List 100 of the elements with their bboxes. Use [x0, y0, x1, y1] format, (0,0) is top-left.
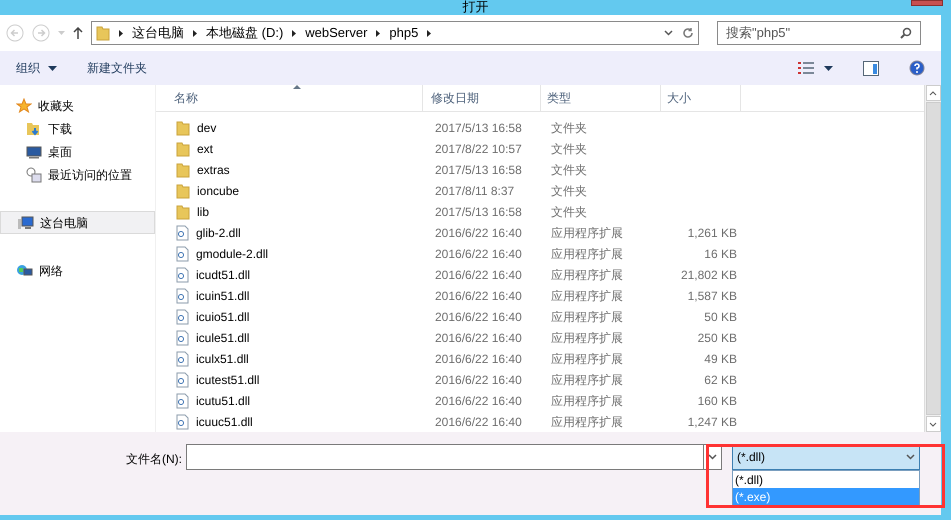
- scrollbar[interactable]: [924, 85, 941, 432]
- file-icon: [176, 350, 189, 366]
- search-icon: [900, 27, 912, 39]
- size-cell-text: 50 KB: [704, 308, 737, 326]
- sidebar-item[interactable]: 下载: [0, 117, 155, 140]
- date-cell-text: 2017/5/13 16:58: [434, 120, 523, 136]
- star-icon: [16, 98, 32, 114]
- type-cell-text: 应用程序扩展: [550, 350, 624, 368]
- dropdown-option[interactable]: (*.dll): [733, 471, 919, 488]
- file-row[interactable]: lib 2017/5/13 16:58 文件夹: [156, 201, 924, 222]
- file-row[interactable]: icuio51.dll 2016/6/22 16:40 应用程序扩展 50 KB: [156, 306, 924, 327]
- sidebar-item[interactable]: 最近访问的位置: [0, 163, 155, 186]
- type-cell-text: 应用程序扩展: [550, 288, 624, 304]
- sidebar-item[interactable]: 这台电脑: [0, 211, 155, 234]
- breadcrumb-item[interactable]: php5: [389, 23, 418, 43]
- file-row[interactable]: dev 2017/5/13 16:58 文件夹: [156, 117, 924, 138]
- view-list-icon[interactable]: [798, 62, 814, 74]
- chevron-right-icon: [292, 30, 296, 36]
- column-header[interactable]: 名称: [156, 85, 423, 111]
- address-bar[interactable]: 这台电脑 本地磁盘 (D:) webServer php5: [91, 21, 699, 45]
- file-row[interactable]: ext 2017/8/22 10:57 文件夹: [156, 138, 924, 159]
- file-name: ioncube: [197, 182, 240, 200]
- new-folder-button[interactable]: 新建文件夹: [87, 59, 147, 77]
- date-cell-text: 2016/6/22 16:40: [434, 414, 523, 430]
- up-arrow-icon[interactable]: [73, 27, 83, 39]
- chevron-down-icon: [929, 422, 937, 426]
- date-cell-text: 2016/6/22 16:40: [434, 392, 523, 410]
- file-row[interactable]: extras 2017/5/13 16:58 文件夹: [156, 159, 924, 180]
- recent-places-icon: [26, 166, 42, 182]
- file-row[interactable]: icuin51.dll 2016/6/22 16:40 应用程序扩展 1,587 KB: [156, 285, 924, 306]
- file-icon: [176, 414, 189, 430]
- chevron-down-icon: [906, 454, 915, 460]
- date-cell-text: 2016/6/22 16:40: [434, 330, 523, 346]
- network-icon: [16, 262, 33, 278]
- date-cell-text: 2017/5/13 16:58: [434, 204, 523, 220]
- file-icon: [176, 308, 189, 324]
- breadcrumb-item[interactable]: 本地磁盘 (D:): [206, 23, 284, 43]
- column-header[interactable]: 修改日期: [423, 85, 541, 111]
- file-icon: [176, 392, 189, 408]
- type-cell-text: 文件夹: [550, 140, 588, 158]
- type-cell-text: 文件夹: [550, 182, 588, 200]
- file-name: icudt51.dll: [196, 266, 250, 284]
- file-name: lib: [197, 204, 210, 220]
- date-cell-text: 2016/6/22 16:40: [434, 372, 523, 388]
- type-cell-text: 应用程序扩展: [550, 392, 624, 410]
- folder-icon: [96, 25, 110, 41]
- file-icon: [176, 372, 189, 388]
- filename-field[interactable]: [186, 444, 722, 470]
- sidebar-item[interactable]: 桌面: [0, 140, 155, 163]
- file-name: icuuc51.dll: [196, 414, 253, 430]
- refresh-icon[interactable]: [682, 27, 694, 39]
- file-row[interactable]: icudt51.dll 2016/6/22 16:40 应用程序扩展 21,802 KB: [156, 264, 924, 285]
- type-cell-text: 应用程序扩展: [550, 330, 624, 346]
- date-cell-text: 2016/6/22 16:40: [434, 224, 523, 242]
- sidebar-item[interactable]: 网络: [0, 259, 155, 282]
- type-cell-text: 应用程序扩展: [550, 308, 624, 326]
- file-name: icule51.dll: [196, 330, 250, 346]
- file-row[interactable]: icutest51.dll 2016/6/22 16:40 应用程序扩展 62 KB: [156, 369, 924, 390]
- column-header[interactable]: 类型: [541, 85, 661, 111]
- file-icon: [176, 330, 189, 346]
- file-name: dev: [197, 120, 216, 136]
- file-row[interactable]: iculx51.dll 2016/6/22 16:40 应用程序扩展 49 KB: [156, 348, 924, 369]
- chevron-down-icon: [664, 30, 673, 36]
- file-name: icutest51.dll: [196, 372, 260, 388]
- breadcrumb-item[interactable]: webServer: [305, 23, 368, 43]
- computer-icon: [17, 214, 34, 230]
- file-name: gmodule-2.dll: [196, 246, 268, 262]
- file-row[interactable]: glib-2.dll 2016/6/22 16:40 应用程序扩展 1,261 KB: [156, 222, 924, 243]
- chevron-right-icon: [376, 30, 380, 36]
- date-cell-text: 2016/6/22 16:40: [434, 266, 523, 284]
- file-name: icuin51.dll: [196, 288, 250, 304]
- chevron-up-icon: [929, 90, 937, 96]
- date-cell-text: 2016/6/22 16:40: [434, 246, 523, 262]
- organize-button[interactable]: 组织: [16, 59, 57, 77]
- chevron-right-icon: [427, 30, 432, 36]
- sidebar-item[interactable]: 收藏夹: [0, 94, 155, 117]
- date-cell-text: 2017/5/13 16:58: [434, 162, 523, 178]
- file-row[interactable]: icuuc51.dll 2016/6/22 16:40 应用程序扩展 1,247 KB: [156, 411, 924, 432]
- file-row[interactable]: icutu51.dll 2016/6/22 16:40 应用程序扩展 160 KB: [156, 390, 924, 411]
- dropdown-icon[interactable]: [824, 66, 833, 70]
- file-name: ext: [197, 140, 214, 158]
- size-cell-text: 160 KB: [698, 392, 737, 410]
- file-row[interactable]: gmodule-2.dll 2016/6/22 16:40 应用程序扩展 16 KB: [156, 243, 924, 264]
- type-cell-text: 文件夹: [550, 204, 588, 220]
- search-field[interactable]: 搜索"php5": [717, 21, 921, 45]
- type-cell-text: 应用程序扩展: [550, 246, 624, 262]
- help-icon[interactable]: [909, 60, 925, 76]
- chevron-right-icon: [193, 30, 197, 36]
- preview-pane-icon[interactable]: [863, 60, 879, 76]
- monitor-icon: [26, 144, 42, 158]
- breadcrumb-item[interactable]: 这台电脑: [132, 23, 184, 43]
- file-icon: [176, 246, 189, 262]
- folder-icon: [176, 120, 190, 136]
- size-cell-text: 21,802 KB: [680, 266, 737, 284]
- column-header[interactable]: 大小: [661, 85, 741, 111]
- size-cell-text: 1,261 KB: [688, 224, 737, 242]
- folder-icon: [176, 204, 190, 220]
- type-cell-text: 文件夹: [550, 162, 588, 178]
- file-row[interactable]: ioncube 2017/8/11 8:37 文件夹: [156, 180, 924, 201]
- file-row[interactable]: icule51.dll 2016/6/22 16:40 应用程序扩展 250 KB: [156, 327, 924, 348]
